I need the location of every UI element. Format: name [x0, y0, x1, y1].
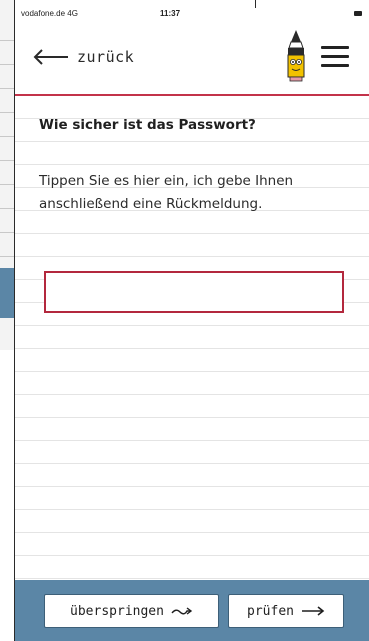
- back-label: zurück: [77, 48, 135, 66]
- question-title: Wie sicher ist das Passwort?: [39, 117, 256, 133]
- header: zurück: [15, 22, 369, 96]
- status-bar: vodafone.de 4G 11:37: [15, 8, 369, 22]
- right-arrow-icon: [301, 606, 325, 616]
- background-page-edge: [0, 0, 15, 350]
- skip-button[interactable]: überspringen: [44, 594, 219, 628]
- background-tab: [0, 268, 14, 318]
- pencil-mascot-icon: [287, 30, 305, 82]
- skip-label: überspringen: [70, 603, 164, 619]
- wavy-arrow-icon: [171, 607, 193, 615]
- back-button[interactable]: zurück: [33, 44, 134, 70]
- clock: 11:37: [160, 9, 181, 18]
- menu-icon[interactable]: [321, 46, 351, 68]
- password-input[interactable]: [44, 271, 344, 313]
- battery-icon: [354, 11, 362, 16]
- action-bar: überspringen prüfen: [15, 580, 369, 641]
- carrier-label: vodafone.de 4G: [21, 9, 78, 18]
- back-arrow-icon: [33, 49, 68, 65]
- check-label: prüfen: [247, 603, 294, 619]
- check-button[interactable]: prüfen: [228, 594, 344, 628]
- instruction-text: Tippen Sie es hier ein, ich gebe Ihnen a…: [39, 173, 294, 212]
- phone-screen: vodafone.de 4G 11:37 zurück Wie sicher i…: [14, 8, 369, 641]
- page: vodafone.de 4G 11:37 zurück Wie sicher i…: [0, 0, 369, 641]
